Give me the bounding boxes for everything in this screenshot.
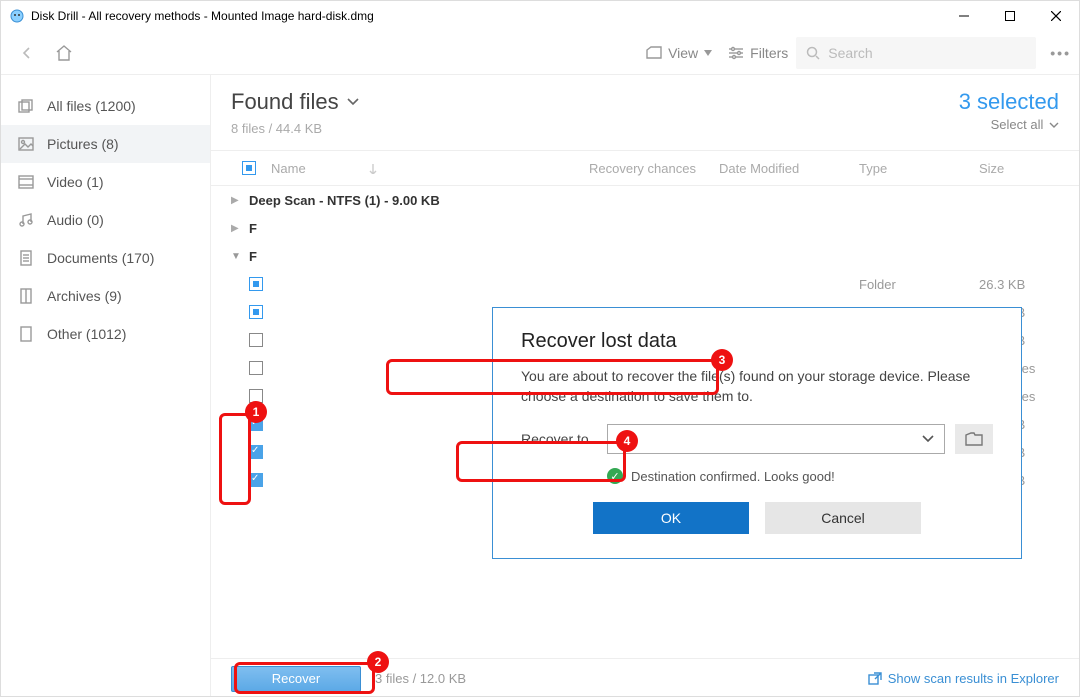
sidebar-item-documents[interactable]: Documents (170)	[1, 239, 210, 277]
row-checkbox[interactable]	[249, 445, 263, 459]
annotation-badge-3: 3	[711, 349, 733, 371]
status-bar: Recover 3 files / 12.0 KB Show scan resu…	[211, 658, 1079, 697]
column-chances[interactable]: Recovery chances	[589, 161, 719, 176]
column-type[interactable]: Type	[859, 161, 979, 176]
window-minimize-button[interactable]	[941, 1, 987, 31]
row-checkbox[interactable]	[249, 361, 263, 375]
group-row[interactable]: ▶ F	[211, 214, 1079, 242]
group-row[interactable]: ▶ Deep Scan - NTFS (1) - 9.00 KB	[211, 186, 1079, 214]
ok-button[interactable]: OK	[593, 502, 749, 534]
documents-icon	[17, 249, 35, 267]
row-checkbox[interactable]	[249, 333, 263, 347]
sidebar-item-other[interactable]: Other (1012)	[1, 315, 210, 353]
filters-label: Filters	[750, 45, 788, 61]
file-row[interactable]: Folder 26.3 KB	[211, 270, 1079, 298]
sidebar-label: Other (1012)	[47, 326, 126, 342]
column-size[interactable]: Size	[979, 161, 1079, 176]
sidebar-label: Video (1)	[47, 174, 104, 190]
row-checkbox[interactable]	[249, 277, 263, 291]
column-name[interactable]: Name	[267, 161, 589, 176]
sidebar-label: Audio (0)	[47, 212, 104, 228]
sidebar-label: Pictures (8)	[47, 136, 119, 152]
archives-icon	[17, 287, 35, 305]
sidebar-item-archives[interactable]: Archives (9)	[1, 277, 210, 315]
group-label: Deep Scan - NTFS (1) - 9.00 KB	[249, 193, 1079, 208]
home-button[interactable]	[55, 44, 73, 62]
destination-select[interactable]: G:\	[607, 424, 945, 454]
expand-icon[interactable]: ▶	[231, 195, 249, 206]
collapse-icon[interactable]: ▼	[231, 251, 249, 262]
row-checkbox[interactable]	[249, 305, 263, 319]
window-titlebar: Disk Drill - All recovery methods - Moun…	[1, 1, 1079, 31]
dialog-body: You are about to recover the file(s) fou…	[521, 367, 993, 406]
window-close-button[interactable]	[1033, 1, 1079, 31]
view-dropdown[interactable]: View	[638, 39, 720, 67]
selected-count: 3 selected	[959, 89, 1059, 115]
more-menu[interactable]: •••	[1050, 45, 1071, 61]
column-date[interactable]: Date Modified	[719, 161, 859, 176]
found-files-heading[interactable]: Found files	[231, 89, 359, 115]
annotation-badge-1: 1	[245, 401, 267, 423]
sidebar-item-audio[interactable]: Audio (0)	[1, 201, 210, 239]
sidebar-item-video[interactable]: Video (1)	[1, 163, 210, 201]
view-label: View	[668, 45, 698, 61]
toolbar: View Filters Search •••	[1, 31, 1079, 75]
folder-icon	[965, 432, 983, 446]
sidebar-label: All files (1200)	[47, 98, 136, 114]
group-row[interactable]: ▼ F	[211, 242, 1079, 270]
window-maximize-button[interactable]	[987, 1, 1033, 31]
other-icon	[17, 325, 35, 343]
recover-dialog: Recover lost data You are about to recov…	[492, 307, 1022, 559]
select-all-button[interactable]: Select all	[959, 117, 1059, 132]
destination-confirm: ✓ Destination confirmed. Looks good!	[607, 468, 993, 484]
expand-icon[interactable]: ▶	[231, 223, 249, 234]
select-all-checkbox[interactable]	[231, 161, 267, 175]
audio-icon	[17, 211, 35, 229]
sidebar-label: Archives (9)	[47, 288, 122, 304]
filters-button[interactable]: Filters	[720, 39, 796, 67]
category-sidebar: All files (1200) Pictures (8) Video (1) …	[1, 75, 211, 697]
sidebar-item-pictures[interactable]: Pictures (8)	[1, 125, 210, 163]
found-files-subtitle: 8 files / 44.4 KB	[231, 121, 359, 136]
search-placeholder: Search	[828, 45, 872, 61]
show-in-explorer-link[interactable]: Show scan results in Explorer	[868, 671, 1059, 686]
chevron-down-icon	[922, 435, 934, 443]
cancel-button[interactable]: Cancel	[765, 502, 921, 534]
annotation-badge-4: 4	[616, 430, 638, 452]
annotation-badge-2: 2	[367, 651, 389, 673]
sidebar-item-all-files[interactable]: All files (1200)	[1, 87, 210, 125]
video-icon	[17, 173, 35, 191]
status-text: 3 files / 12.0 KB	[375, 671, 466, 686]
check-icon: ✓	[607, 468, 623, 484]
main-panel: Found files 8 files / 44.4 KB 3 selected…	[211, 75, 1079, 697]
window-title: Disk Drill - All recovery methods - Moun…	[31, 9, 941, 23]
table-header: Name Recovery chances Date Modified Type…	[211, 150, 1079, 186]
search-input[interactable]: Search	[796, 37, 1036, 69]
sidebar-label: Documents (170)	[47, 250, 154, 266]
heading-text: Found files	[231, 89, 339, 115]
app-logo-icon	[9, 8, 25, 24]
back-button[interactable]	[19, 45, 35, 61]
recover-button[interactable]: Recover	[231, 666, 361, 692]
row-checkbox[interactable]	[249, 473, 263, 487]
recover-to-label: Recover to	[521, 431, 597, 447]
browse-button[interactable]	[955, 424, 993, 454]
dialog-title: Recover lost data	[521, 330, 993, 353]
pictures-icon	[17, 135, 35, 153]
all-files-icon	[17, 97, 35, 115]
